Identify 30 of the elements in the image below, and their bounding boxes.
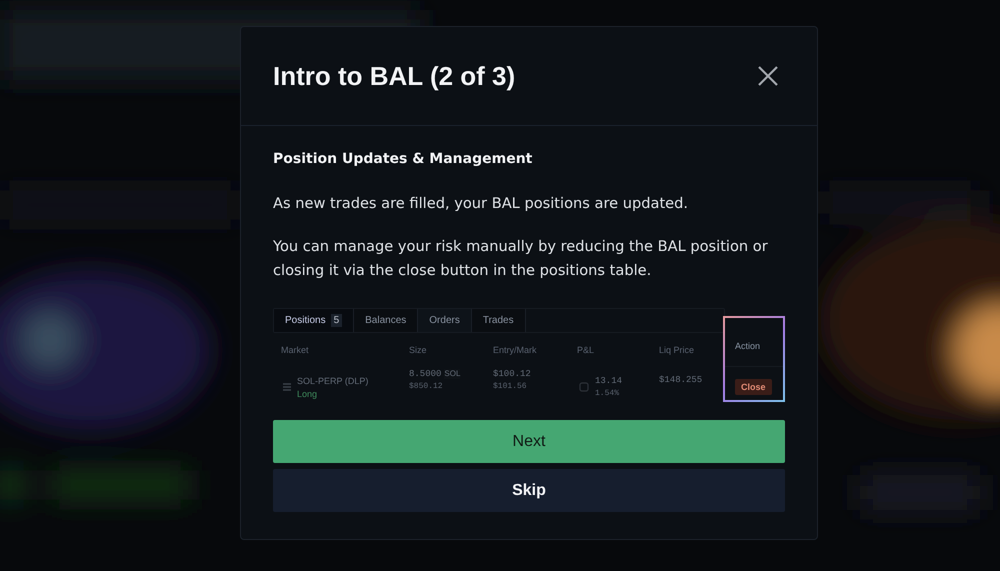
- liq-price: $148.255: [658, 374, 704, 387]
- tab[interactable]: Orders: [418, 309, 472, 332]
- tab[interactable]: Balances: [354, 309, 418, 332]
- column-header: Market: [280, 344, 310, 357]
- close-icon: [757, 65, 779, 87]
- skip-button[interactable]: Skip: [273, 469, 785, 512]
- column-header: Size: [408, 344, 428, 357]
- tab[interactable]: Positions 5: [274, 309, 354, 332]
- column-header: P&L: [576, 344, 596, 357]
- column-header: Entry/Mark: [492, 344, 538, 357]
- modal-title: Intro to BAL (2 of 3): [273, 60, 516, 92]
- close-position-button[interactable]: Close: [735, 379, 772, 395]
- unit-tag: SOL: [444, 369, 460, 379]
- side-label: Long: [297, 388, 318, 398]
- size-value: 8.5000: [409, 369, 442, 379]
- notional-value: $850.12: [409, 382, 444, 391]
- entry-price: $100.12: [493, 369, 532, 379]
- pnl-value: 13.14: [595, 376, 622, 386]
- market-name: SOL-PERP (DLP): [297, 376, 368, 386]
- next-button[interactable]: Next: [273, 420, 785, 463]
- paragraph: You can manage your risk manually by reducing the BAL position or closing it via the close button in the positions table.: [273, 237, 769, 281]
- close-button[interactable]: [757, 65, 779, 87]
- tab[interactable]: Trades: [472, 309, 526, 332]
- mark-price: $101.56: [493, 382, 528, 391]
- count-badge: 5: [330, 314, 342, 327]
- column-header: Liq Price: [658, 344, 696, 357]
- paragraph: As new trades are filled, your BAL positions are updated.: [273, 194, 690, 214]
- pnl-percent: 1.54%: [595, 389, 620, 398]
- column-header: Action: [725, 318, 783, 367]
- section-heading: Position Updates & Management: [273, 151, 534, 167]
